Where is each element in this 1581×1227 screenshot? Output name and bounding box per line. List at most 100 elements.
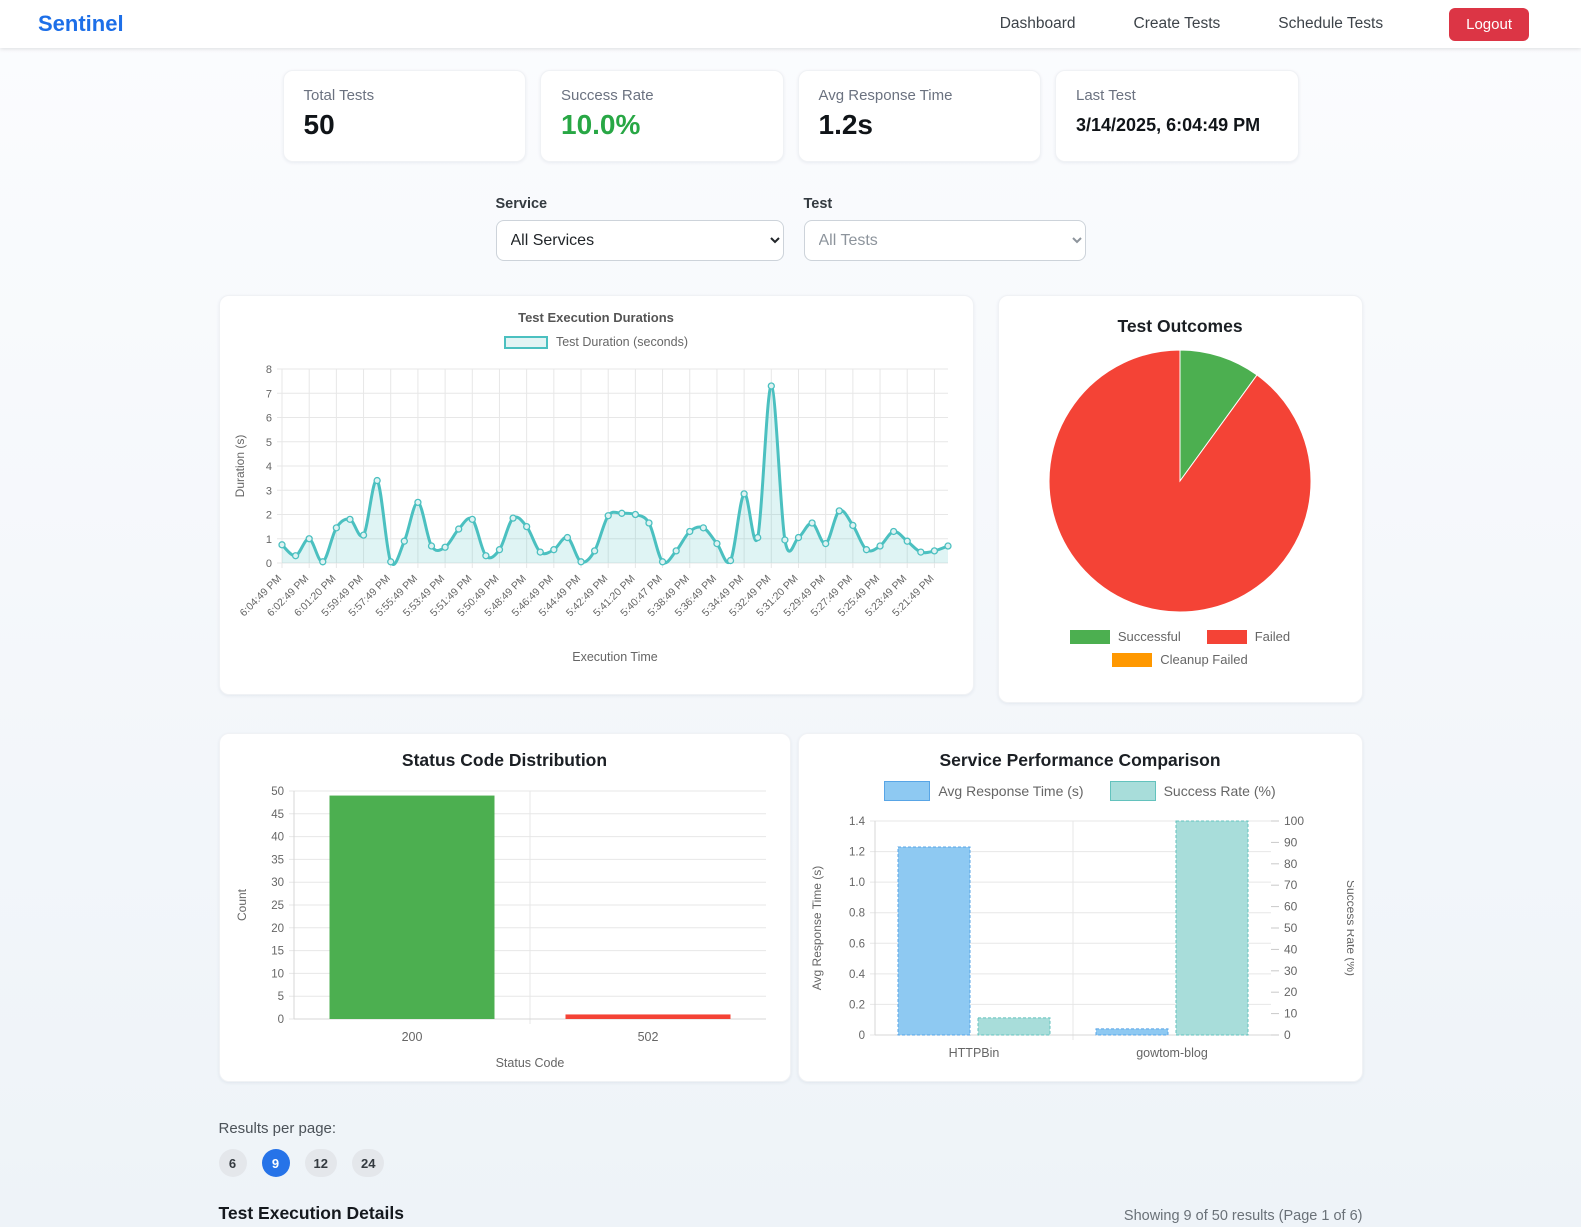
charts-row-2: Status Code Distribution 0 5 10 15 20 25 30 35 4… <box>218 733 1363 1082</box>
outcomes-chart-title: Test Outcomes <box>1117 316 1243 336</box>
test-filter: Test All Tests <box>803 196 1086 261</box>
service-perf-chart-title: Service Performance Comparison <box>939 750 1221 770</box>
svg-text:90: 90 <box>1284 835 1298 849</box>
stat-last-test: Last Test 3/14/2025, 6:04:49 PM <box>1055 70 1299 162</box>
stat-value: 1.2s <box>818 109 874 140</box>
svg-text:0.8: 0.8 <box>849 908 865 920</box>
stat-total-tests: Total Tests 50 <box>282 70 526 162</box>
stat-value: 10.0% <box>561 109 641 140</box>
service-perf-chart-card: Service Performance Comparison Avg Respo… <box>797 733 1363 1082</box>
svg-text:6: 6 <box>265 413 271 425</box>
legend-label: Success Rate (%) <box>1163 783 1276 799</box>
svg-text:40: 40 <box>1284 942 1298 956</box>
svg-text:30: 30 <box>1284 964 1298 978</box>
stat-label: Total Tests <box>303 87 375 104</box>
svg-text:Count: Count <box>235 888 249 921</box>
durations-chart-title: Test Execution Durations <box>518 310 674 325</box>
legend-label: Failed <box>1254 629 1291 644</box>
dashboard-main: Total Tests 50 Success Rate 10.0% Avg Re… <box>218 70 1363 1224</box>
details-header: Test Execution Details Showing 9 of 50 r… <box>219 1203 1363 1224</box>
legend-swatch <box>1206 629 1247 644</box>
svg-text:3: 3 <box>265 485 271 497</box>
stat-avg-response-time: Avg Response Time 1.2s <box>797 70 1041 162</box>
service-filter: Service All Services <box>495 196 784 261</box>
svg-text:30: 30 <box>271 877 284 889</box>
legend-item-failed[interactable]: Failed <box>1206 629 1291 644</box>
details-summary: Showing 9 of 50 results (Page 1 of 6) <box>1123 1208 1363 1224</box>
stat-label: Last Test <box>1076 87 1136 104</box>
svg-text:35: 35 <box>271 854 284 866</box>
legend-swatch <box>1109 781 1156 801</box>
svg-text:0.2: 0.2 <box>849 999 865 1011</box>
svg-text:0: 0 <box>277 1014 283 1026</box>
svg-text:60: 60 <box>1284 900 1298 914</box>
svg-text:Success Rate (%): Success Rate (%) <box>1344 880 1354 976</box>
results-per-page-buttons: 6 9 12 24 <box>218 1149 1363 1177</box>
svg-text:10: 10 <box>271 968 284 980</box>
logout-button[interactable]: Logout <box>1449 7 1529 41</box>
legend-label: Test Duration (seconds) <box>555 335 688 349</box>
legend-item-cleanup-failed[interactable]: Cleanup Failed <box>1112 652 1248 667</box>
svg-text:1.0: 1.0 <box>849 877 865 889</box>
nav-links: Dashboard Create Tests Schedule Tests Lo… <box>1000 7 1529 41</box>
results-per-page-label: Results per page: <box>218 1120 337 1137</box>
svg-text:502: 502 <box>637 1030 658 1044</box>
nav-create-tests[interactable]: Create Tests <box>1134 15 1221 33</box>
legend-item-duration[interactable]: Test Duration (seconds) <box>503 335 688 349</box>
legend-item-avg-response[interactable]: Avg Response Time (s) <box>884 781 1084 801</box>
svg-text:20: 20 <box>271 923 284 935</box>
svg-text:80: 80 <box>1284 857 1298 871</box>
page-size-24-button[interactable]: 24 <box>351 1149 385 1177</box>
details-title: Test Execution Details <box>218 1203 404 1223</box>
svg-text:15: 15 <box>271 946 284 958</box>
page-size-6-button[interactable]: 6 <box>218 1149 247 1177</box>
stat-label: Avg Response Time <box>818 87 953 104</box>
svg-text:4: 4 <box>265 461 271 473</box>
legend-label: Cleanup Failed <box>1160 652 1248 667</box>
nav-dashboard[interactable]: Dashboard <box>1000 15 1076 33</box>
stat-success-rate: Success Rate 10.0% <box>540 70 784 162</box>
svg-text:Execution Time: Execution Time <box>572 650 658 664</box>
svg-text:0: 0 <box>1284 1028 1291 1042</box>
svg-text:1.2: 1.2 <box>849 847 865 859</box>
outcomes-chart-card: Test Outcomes Successful Failed Cleanup … <box>997 295 1363 703</box>
durations-chart-card: Test Execution Durations Test Duration (… <box>218 295 974 695</box>
service-perf-chart-legend: Avg Response Time (s) Success Rate (%) <box>807 781 1354 801</box>
test-filter-label: Test <box>803 196 833 212</box>
svg-text:0.6: 0.6 <box>849 938 865 950</box>
legend-item-successful[interactable]: Successful <box>1069 629 1181 644</box>
svg-text:Duration (s): Duration (s) <box>233 435 247 498</box>
svg-text:10: 10 <box>1284 1007 1298 1021</box>
svg-text:8: 8 <box>265 364 271 376</box>
outcomes-chart-legend: Successful Failed Cleanup Failed <box>1011 629 1350 667</box>
page-size-12-button[interactable]: 12 <box>304 1149 337 1177</box>
svg-text:20: 20 <box>1284 985 1298 999</box>
svg-text:45: 45 <box>271 809 284 821</box>
test-select[interactable]: All Tests <box>803 220 1086 261</box>
durations-chart-plot: 0 1 2 3 4 5 6 7 8 6:04:49 PM 6:02:49 PM 6:01:20 PM 5… <box>232 357 961 669</box>
status-code-chart-card: Status Code Distribution 0 5 10 15 20 25 30 35 4… <box>218 733 791 1082</box>
page-size-9-button[interactable]: 9 <box>261 1149 290 1177</box>
legend-swatch <box>884 781 931 801</box>
service-select[interactable]: All Services <box>495 220 784 261</box>
svg-text:gowtom-blog: gowtom-blog <box>1136 1046 1208 1060</box>
svg-text:50: 50 <box>1284 921 1298 935</box>
svg-text:40: 40 <box>271 832 284 844</box>
status-code-chart-title: Status Code Distribution <box>401 750 608 770</box>
nav-schedule-tests[interactable]: Schedule Tests <box>1278 15 1383 33</box>
durations-chart-legend: Test Duration (seconds) <box>232 335 961 349</box>
top-nav: Sentinel Dashboard Create Tests Schedule… <box>0 0 1581 48</box>
svg-text:0.4: 0.4 <box>849 969 866 981</box>
legend-swatch <box>1069 629 1110 644</box>
stat-label: Success Rate <box>561 87 654 104</box>
status-code-chart-plot: 0 5 10 15 20 25 30 35 40 45 50 200 502 Status Code Cou… <box>232 779 778 1075</box>
legend-item-success-rate[interactable]: Success Rate (%) <box>1109 781 1276 801</box>
app-logo: Sentinel <box>38 11 124 36</box>
legend-label: Avg Response Time (s) <box>938 783 1084 799</box>
svg-text:0: 0 <box>858 1030 864 1042</box>
outcomes-chart-plot <box>1011 345 1350 617</box>
legend-swatch <box>503 335 548 349</box>
svg-text:200: 200 <box>401 1030 422 1044</box>
stat-cards: Total Tests 50 Success Rate 10.0% Avg Re… <box>282 70 1299 162</box>
stat-value: 50 <box>303 109 335 140</box>
